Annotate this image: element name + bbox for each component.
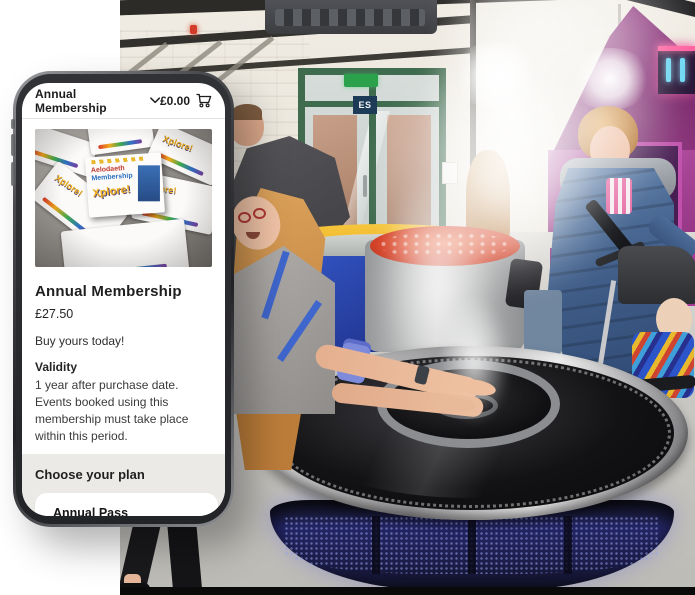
cart-total: £0.00	[160, 94, 190, 108]
product-image[interactable]: Xplore! Xplore! Xplore! Aelodaeth Member…	[35, 129, 212, 267]
product-info: Annual Membership £27.50 Buy yours today…	[22, 267, 225, 445]
dark-floor-strip	[120, 587, 695, 595]
woman-jeans	[524, 290, 562, 354]
validity-label: Validity	[35, 360, 212, 374]
phone-mute-switch	[11, 119, 15, 129]
stroller-canopy	[618, 246, 695, 304]
plan-card-annual-pass[interactable]: Annual Pass Unlimited annual membership	[35, 493, 218, 516]
man-hair	[232, 104, 262, 120]
fog-table-base-ribs	[284, 516, 660, 574]
product-price: £27.50	[35, 307, 212, 321]
plan-section: Choose your plan Annual Pass Unlimited a…	[22, 454, 225, 516]
image-vignette	[35, 129, 212, 267]
plan-section-heading: Choose your plan	[35, 467, 218, 482]
es-sign: ES	[353, 96, 377, 114]
product-title: Annual Membership	[35, 283, 212, 300]
steam-drift-right	[512, 12, 687, 217]
door-handle	[363, 175, 367, 197]
product-tagline: Buy yours today!	[35, 334, 212, 348]
validity-text: 1 year after purchase date. Events booke…	[35, 377, 212, 445]
ceiling-vent-unit	[265, 0, 437, 34]
fire-alarm-light	[190, 25, 197, 34]
phone-mockup: Annual Membership £0.00	[13, 71, 234, 527]
chevron-down-icon	[150, 97, 160, 104]
cart-button[interactable]: £0.00	[160, 93, 212, 108]
product-selector-dropdown[interactable]: Annual Membership	[35, 87, 160, 115]
cart-icon	[196, 93, 212, 108]
product-selector-label: Annual Membership	[35, 87, 144, 115]
shop-top-bar: Annual Membership £0.00	[22, 83, 225, 118]
girl-glasses-right-lens	[253, 208, 266, 219]
girl-glasses-left-lens	[238, 212, 251, 223]
page: { "phone": { "header": { "selected_produ…	[0, 0, 695, 595]
vent-slats	[275, 9, 425, 26]
phone-volume-up-button	[11, 134, 15, 156]
phone-screen: Annual Membership £0.00	[22, 83, 225, 516]
phone-volume-down-button	[11, 162, 15, 186]
fire-exit-sign	[344, 74, 378, 87]
top-bar-divider	[22, 118, 225, 119]
plan-name: Annual Pass	[53, 506, 202, 516]
